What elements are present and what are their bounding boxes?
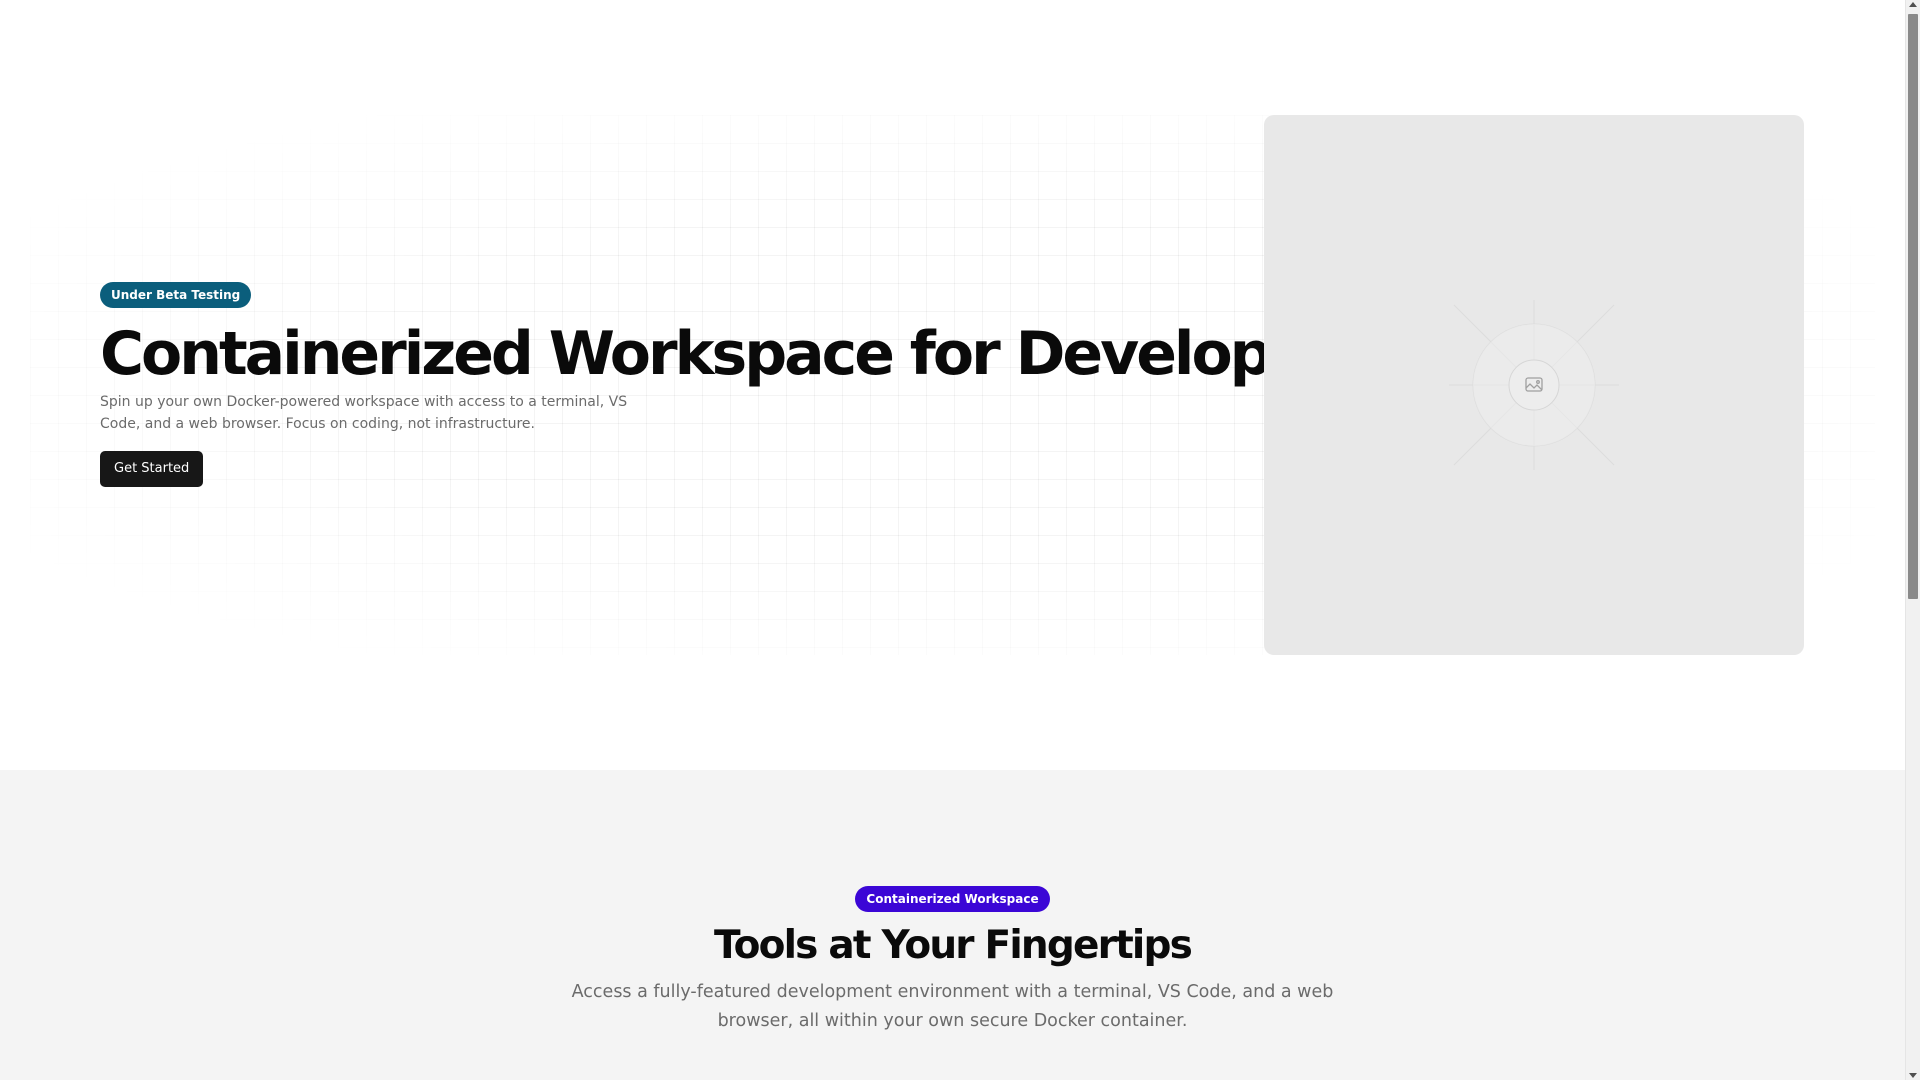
page-scrollbar[interactable] — [1905, 0, 1920, 1080]
hero-image-placeholder — [1264, 115, 1804, 655]
hero-section: Under Beta Testing Containerized Workspa… — [0, 0, 1905, 770]
features-subtitle: Access a fully-featured development envi… — [571, 982, 1334, 1031]
beta-badge: Under Beta Testing — [100, 282, 252, 308]
hero-content: Under Beta Testing Containerized Workspa… — [100, 282, 1370, 487]
hero-title: Containerized Workspace for Developers — [100, 319, 1370, 389]
image-placeholder-graphic — [1449, 300, 1619, 470]
scroll-down-icon[interactable] — [1909, 1073, 1917, 1078]
features-title: Tools at Your Fingertips — [713, 923, 1193, 968]
get-started-button[interactable]: Get Started — [100, 451, 204, 487]
hero-subtitle: Spin up your own Docker-powered workspac… — [100, 394, 628, 432]
containerized-workspace-badge: Containerized Workspace — [855, 886, 1050, 912]
scrollbar-thumb[interactable] — [1908, 14, 1918, 599]
features-header: Containerized Workspace Tools at Your Fi… — [0, 886, 1905, 1036]
scroll-up-icon[interactable] — [1909, 2, 1917, 7]
features-section: Containerized Workspace Tools at Your Fi… — [0, 770, 1905, 1080]
